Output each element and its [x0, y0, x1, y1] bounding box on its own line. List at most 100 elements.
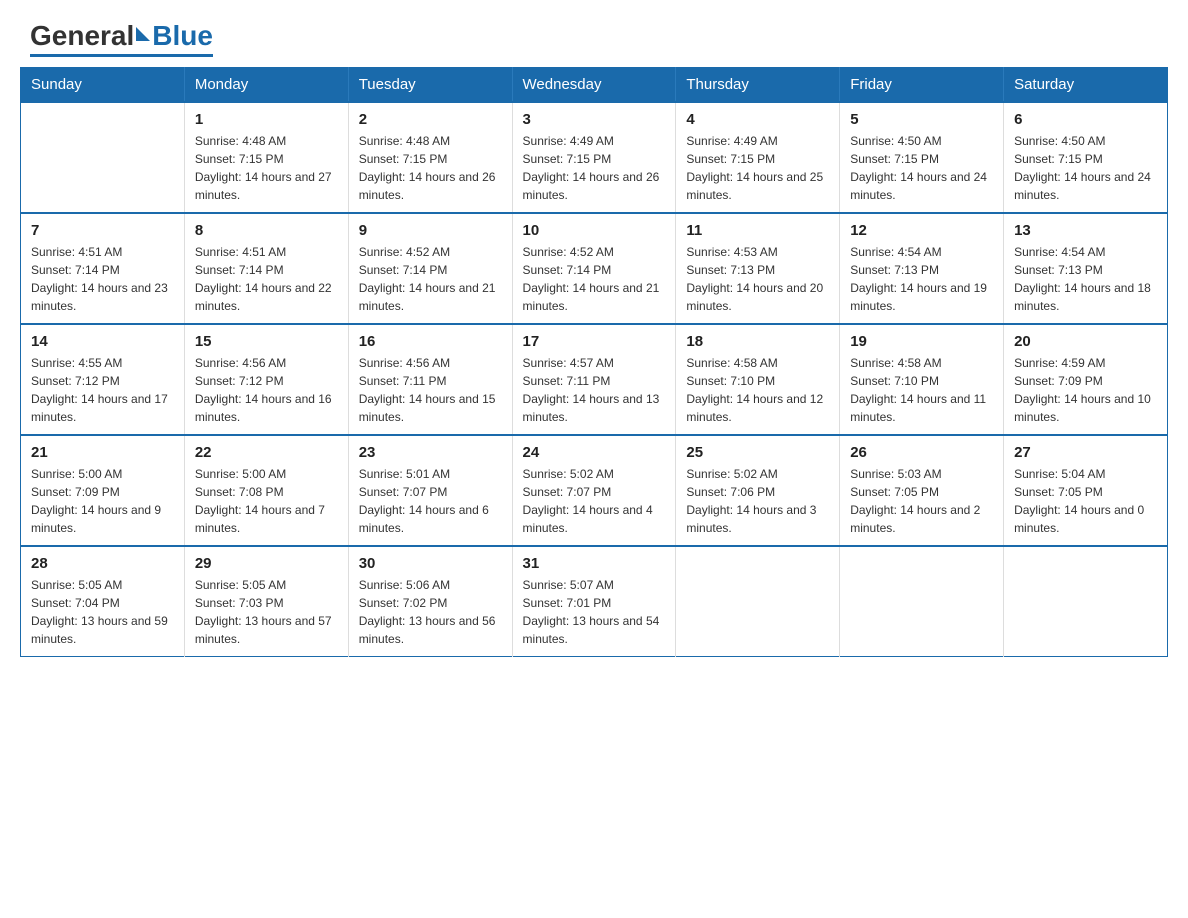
calendar-day-cell: 16 Sunrise: 4:56 AMSunset: 7:11 PMDayligh…	[348, 324, 512, 435]
day-info: Sunrise: 4:49 AMSunset: 7:15 PMDaylight:…	[686, 132, 829, 204]
calendar-week-row: 28 Sunrise: 5:05 AMSunset: 7:04 PMDayligh…	[21, 546, 1168, 657]
weekday-header-friday: Friday	[840, 68, 1004, 103]
logo-general-text: General	[30, 20, 134, 52]
day-info: Sunrise: 4:56 AMSunset: 7:12 PMDaylight:…	[195, 354, 338, 426]
calendar-day-cell: 30 Sunrise: 5:06 AMSunset: 7:02 PMDayligh…	[348, 546, 512, 657]
calendar-day-cell: 28 Sunrise: 5:05 AMSunset: 7:04 PMDayligh…	[21, 546, 185, 657]
day-number: 10	[523, 222, 666, 239]
weekday-header-thursday: Thursday	[676, 68, 840, 103]
day-number: 17	[523, 333, 666, 350]
calendar-day-cell: 1Sunrise: 4:48 AMSunset: 7:15 PMDaylight…	[184, 102, 348, 213]
calendar-day-cell: 4 Sunrise: 4:49 AMSunset: 7:15 PMDaylight…	[676, 102, 840, 213]
day-number: 27	[1014, 444, 1157, 461]
day-number: 9	[359, 222, 502, 239]
calendar-day-cell: 24 Sunrise: 5:02 AMSunset: 7:07 PMDayligh…	[512, 435, 676, 546]
day-info: Sunrise: 5:07 AMSunset: 7:01 PMDaylight:…	[523, 576, 666, 648]
day-number: 3	[523, 111, 666, 128]
day-info: Sunrise: 4:58 AMSunset: 7:10 PMDaylight:…	[850, 354, 993, 426]
calendar-day-cell: 11Sunrise: 4:53 AMSunset: 7:13 PMDayligh…	[676, 213, 840, 324]
day-info: Sunrise: 4:52 AMSunset: 7:14 PMDaylight:…	[359, 243, 502, 315]
day-info: Sunrise: 5:00 AMSunset: 7:08 PMDaylight:…	[195, 465, 338, 537]
logo-triangle-icon	[136, 27, 150, 41]
day-number: 5	[850, 111, 993, 128]
day-number: 20	[1014, 333, 1157, 350]
day-info: Sunrise: 4:58 AMSunset: 7:10 PMDaylight:…	[686, 354, 829, 426]
day-number: 19	[850, 333, 993, 350]
calendar-day-cell	[676, 546, 840, 657]
day-info: Sunrise: 5:03 AMSunset: 7:05 PMDaylight:…	[850, 465, 993, 537]
day-number: 7	[31, 222, 174, 239]
calendar-day-cell: 21Sunrise: 5:00 AMSunset: 7:09 PMDayligh…	[21, 435, 185, 546]
day-info: Sunrise: 5:04 AMSunset: 7:05 PMDaylight:…	[1014, 465, 1157, 537]
calendar-day-cell: 19 Sunrise: 4:58 AMSunset: 7:10 PMDayligh…	[840, 324, 1004, 435]
calendar-day-cell: 7 Sunrise: 4:51 AMSunset: 7:14 PMDaylight…	[21, 213, 185, 324]
calendar-week-row: 1 Sunrise: 4:48 AMSunset: 7:15 PMDaylight…	[21, 102, 1168, 213]
weekday-header-monday: Monday	[184, 68, 348, 103]
calendar-day-cell: 29 Sunrise: 5:05 AMSunset: 7:03 PMDayligh…	[184, 546, 348, 657]
weekday-header-wednesday: Wednesday	[512, 68, 676, 103]
day-info: Sunrise: 4:56 AMSunset: 7:11 PMDaylight:…	[359, 354, 502, 426]
day-info: Sunrise: 4:59 AMSunset: 7:09 PMDaylight:…	[1014, 354, 1157, 426]
day-info: Sunrise: 4:50 AMSunset: 7:15 PMDaylight:…	[850, 132, 993, 204]
day-number: 1	[195, 111, 338, 128]
logo-underline	[30, 54, 213, 57]
day-info: Sunrise: 5:05 AMSunset: 7:04 PMDaylight:…	[31, 576, 174, 648]
day-info: Sunrise: 4:51 AMSunset: 7:14 PMDaylight:…	[31, 243, 174, 315]
calendar-day-cell: 6Sunrise: 4:50 AMSunset: 7:15 PMDaylight…	[1004, 102, 1168, 213]
day-info: Sunrise: 4:57 AMSunset: 7:11 PMDaylight:…	[523, 354, 666, 426]
day-number: 4	[686, 111, 829, 128]
day-number: 18	[686, 333, 829, 350]
calendar-week-row: 7 Sunrise: 4:51 AMSunset: 7:14 PMDaylight…	[21, 213, 1168, 324]
calendar-day-cell	[21, 102, 185, 213]
weekday-header-row: SundayMondayTuesdayWednesdayThursdayFrid…	[21, 68, 1168, 103]
day-number: 28	[31, 555, 174, 572]
day-info: Sunrise: 4:52 AMSunset: 7:14 PMDaylight:…	[523, 243, 666, 315]
weekday-header-tuesday: Tuesday	[348, 68, 512, 103]
calendar-day-cell: 8Sunrise: 4:51 AMSunset: 7:14 PMDaylight…	[184, 213, 348, 324]
page-header: General Blue	[0, 0, 1188, 67]
calendar-day-cell: 9 Sunrise: 4:52 AMSunset: 7:14 PMDaylight…	[348, 213, 512, 324]
calendar-day-cell: 15 Sunrise: 4:56 AMSunset: 7:12 PMDayligh…	[184, 324, 348, 435]
day-info: Sunrise: 5:01 AMSunset: 7:07 PMDaylight:…	[359, 465, 502, 537]
calendar-week-row: 21Sunrise: 5:00 AMSunset: 7:09 PMDayligh…	[21, 435, 1168, 546]
logo-blue-text: Blue	[152, 20, 213, 52]
calendar-day-cell: 20 Sunrise: 4:59 AMSunset: 7:09 PMDayligh…	[1004, 324, 1168, 435]
day-number: 11	[686, 222, 829, 239]
day-info: Sunrise: 4:54 AMSunset: 7:13 PMDaylight:…	[850, 243, 993, 315]
day-info: Sunrise: 5:02 AMSunset: 7:07 PMDaylight:…	[523, 465, 666, 537]
calendar-day-cell: 10 Sunrise: 4:52 AMSunset: 7:14 PMDayligh…	[512, 213, 676, 324]
calendar-day-cell: 27 Sunrise: 5:04 AMSunset: 7:05 PMDayligh…	[1004, 435, 1168, 546]
weekday-header-saturday: Saturday	[1004, 68, 1168, 103]
day-number: 22	[195, 444, 338, 461]
day-info: Sunrise: 4:50 AMSunset: 7:15 PMDaylight:…	[1014, 132, 1157, 204]
day-number: 26	[850, 444, 993, 461]
calendar-day-cell: 18 Sunrise: 4:58 AMSunset: 7:10 PMDayligh…	[676, 324, 840, 435]
day-info: Sunrise: 5:00 AMSunset: 7:09 PMDaylight:…	[31, 465, 174, 537]
day-info: Sunrise: 4:54 AMSunset: 7:13 PMDaylight:…	[1014, 243, 1157, 315]
day-number: 30	[359, 555, 502, 572]
day-number: 16	[359, 333, 502, 350]
day-info: Sunrise: 4:49 AMSunset: 7:15 PMDaylight:…	[523, 132, 666, 204]
day-number: 25	[686, 444, 829, 461]
day-info: Sunrise: 5:02 AMSunset: 7:06 PMDaylight:…	[686, 465, 829, 537]
day-info: Sunrise: 5:05 AMSunset: 7:03 PMDaylight:…	[195, 576, 338, 648]
calendar-day-cell: 22 Sunrise: 5:00 AMSunset: 7:08 PMDayligh…	[184, 435, 348, 546]
day-info: Sunrise: 4:48 AMSunset: 7:15 PMDaylight:…	[359, 132, 502, 204]
day-number: 24	[523, 444, 666, 461]
weekday-header-sunday: Sunday	[21, 68, 185, 103]
calendar-day-cell: 26 Sunrise: 5:03 AMSunset: 7:05 PMDayligh…	[840, 435, 1004, 546]
day-number: 15	[195, 333, 338, 350]
day-info: Sunrise: 4:55 AMSunset: 7:12 PMDaylight:…	[31, 354, 174, 426]
calendar-day-cell: 3 Sunrise: 4:49 AMSunset: 7:15 PMDaylight…	[512, 102, 676, 213]
day-info: Sunrise: 5:06 AMSunset: 7:02 PMDaylight:…	[359, 576, 502, 648]
calendar-day-cell: 2 Sunrise: 4:48 AMSunset: 7:15 PMDaylight…	[348, 102, 512, 213]
day-number: 12	[850, 222, 993, 239]
day-number: 29	[195, 555, 338, 572]
day-number: 13	[1014, 222, 1157, 239]
calendar-container: SundayMondayTuesdayWednesdayThursdayFrid…	[0, 67, 1188, 677]
calendar-day-cell: 23Sunrise: 5:01 AMSunset: 7:07 PMDayligh…	[348, 435, 512, 546]
day-number: 31	[523, 555, 666, 572]
calendar-day-cell: 25 Sunrise: 5:02 AMSunset: 7:06 PMDayligh…	[676, 435, 840, 546]
calendar-table: SundayMondayTuesdayWednesdayThursdayFrid…	[20, 67, 1168, 657]
day-number: 2	[359, 111, 502, 128]
